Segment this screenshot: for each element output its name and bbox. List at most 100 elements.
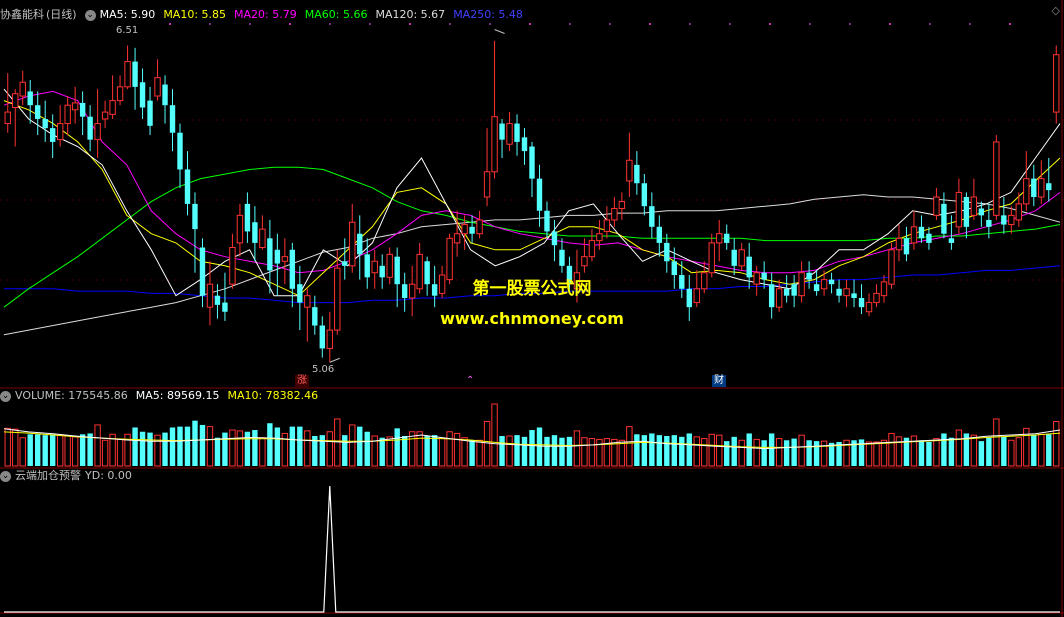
volume-bar-up — [820, 440, 828, 467]
top-marker-dot — [449, 23, 451, 25]
volume-bar-down — [379, 437, 385, 466]
volume-bar-up — [386, 436, 393, 467]
candle-body-up — [1023, 178, 1030, 205]
volume-bar-down — [27, 434, 33, 466]
candle-body-up — [483, 171, 491, 198]
volume-bar-up — [865, 441, 873, 467]
candle-body-down — [147, 100, 153, 126]
volume-bar-up — [461, 437, 468, 467]
volume-bar-up — [453, 432, 461, 467]
event-arrow-icon[interactable]: ⌃ — [464, 375, 476, 387]
high-price-label: 6.51 — [116, 25, 139, 36]
top-marker-dot — [889, 23, 891, 25]
ma10-line — [3, 100, 1061, 297]
volume-bar-up — [438, 438, 446, 467]
candle-body-down — [132, 61, 138, 87]
candle-body-up — [993, 141, 1000, 216]
chevron-down-icon[interactable]: ⌄ — [84, 9, 96, 21]
volume-bar-up — [4, 427, 11, 467]
volume-bar-up — [259, 437, 266, 467]
collapse-icon[interactable]: ◇ — [1052, 4, 1060, 17]
volume-bar-down — [469, 440, 475, 466]
volume-bar-down — [139, 431, 146, 466]
volume-bar-up — [895, 436, 903, 467]
candle-body-up — [933, 196, 940, 216]
zhang-badge[interactable]: 涨 — [295, 375, 309, 387]
volume-bar-down — [35, 434, 41, 466]
candle-body-down — [551, 231, 558, 246]
ma20-label: MA20: 5.79 — [234, 8, 297, 21]
chevron-down-icon[interactable]: ⌄ — [0, 390, 11, 402]
volume-bar-up — [1053, 421, 1060, 467]
candle-body-up — [1053, 54, 1060, 113]
candle-body-down — [649, 206, 655, 227]
candle-body-down — [469, 226, 475, 234]
candle-body-up — [64, 104, 71, 125]
volume-bar-down — [49, 434, 56, 466]
volume-bar-up — [12, 428, 19, 467]
volume-ma10-label: MA10: 78382.46 — [227, 389, 319, 402]
volume-bar-down — [364, 431, 370, 466]
top-marker-dot — [969, 23, 971, 25]
volume-bar-down — [394, 428, 400, 466]
candle-body-up — [955, 191, 963, 228]
volume-bar-down — [42, 435, 48, 466]
candle-body-down — [87, 116, 93, 140]
volume-bar-up — [970, 434, 978, 467]
volume-bar-down — [357, 426, 363, 466]
candle-body-down — [634, 164, 640, 184]
top-marker-dot — [409, 23, 411, 25]
volume-bar-down — [783, 440, 790, 466]
volume-bar-down — [521, 436, 528, 466]
top-marker-dot — [729, 23, 731, 25]
volume-bar-down — [177, 426, 183, 466]
volume-bar-down — [806, 440, 812, 466]
candle-body-up — [611, 207, 618, 221]
candle-body-up — [708, 242, 715, 274]
volume-bar-up — [229, 429, 236, 467]
candle-body-up — [259, 228, 266, 248]
candle-body-down — [948, 238, 955, 243]
volume-bar-down — [499, 436, 505, 466]
candle-body-down — [514, 123, 520, 142]
volume-bar-up — [993, 418, 1000, 467]
candle-body-down — [139, 82, 146, 108]
volume-bar-down — [679, 436, 685, 466]
candle-body-up — [738, 249, 745, 267]
volume-bar-down — [768, 433, 775, 466]
volume-bar-down — [649, 433, 655, 466]
candle-body-up — [154, 77, 161, 97]
ma60-label: MA60: 5.66 — [304, 8, 368, 21]
candle-body-down — [27, 91, 33, 106]
top-marker-dot — [289, 23, 291, 25]
candle-body-down — [267, 238, 273, 271]
indicator-value: YD: 0.00 — [85, 469, 132, 482]
candle-body-down — [941, 203, 947, 234]
period-label: (日线) — [46, 8, 77, 21]
candle-body-down — [664, 242, 670, 262]
volume-bar-down — [926, 441, 932, 466]
candle-body-up — [618, 201, 626, 209]
top-marker-dot — [209, 23, 211, 25]
top-marker-dot — [529, 23, 531, 25]
cai-badge[interactable]: 财 — [712, 375, 726, 387]
volume-bar-up — [753, 438, 760, 467]
chevron-down-icon[interactable]: ⌄ — [0, 470, 11, 482]
top-marker-dot — [329, 23, 331, 25]
top-marker-dot — [569, 23, 571, 25]
candle-body-up — [371, 260, 378, 274]
volume-bar-down — [514, 435, 520, 466]
volume-bar-up — [618, 439, 626, 467]
candle-body-down — [544, 210, 550, 232]
candle-body-down — [35, 105, 41, 119]
candle-body-up — [588, 240, 596, 258]
candle-body-up — [326, 329, 333, 349]
volume-label: VOLUME: 175545.86 — [15, 389, 128, 402]
volume-bar-up — [581, 437, 588, 467]
volume-bar-down — [978, 441, 985, 466]
volume-bar-up — [1015, 437, 1023, 467]
candle-body-up — [101, 111, 109, 120]
candle-body-down — [978, 208, 985, 216]
volume-bar-up — [334, 418, 341, 467]
volume-bar-up — [708, 433, 715, 467]
